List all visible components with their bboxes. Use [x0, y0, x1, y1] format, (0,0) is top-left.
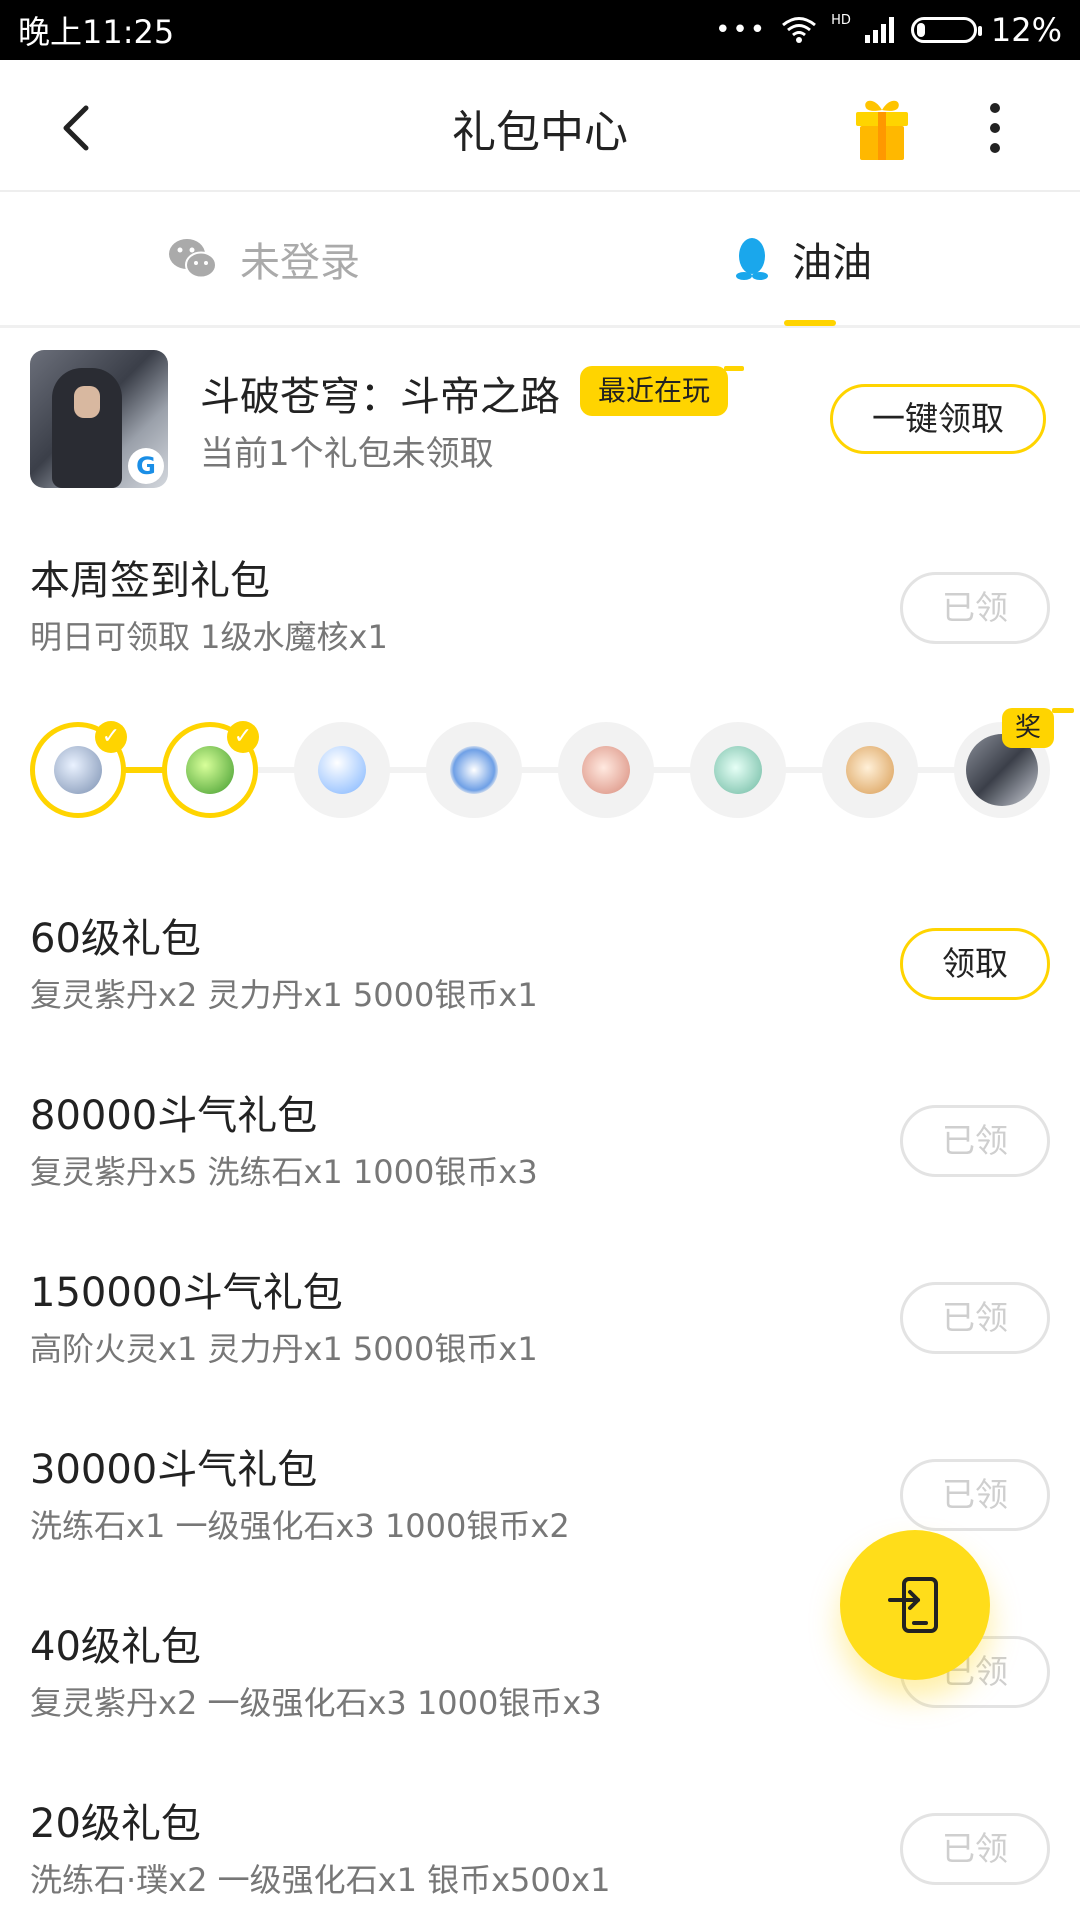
header: 礼包中心	[0, 60, 1080, 192]
checkin-progress: ✓ ✓ 奖	[0, 708, 1080, 820]
gift-box-icon[interactable]	[852, 94, 912, 162]
recently-played-badge: 最近在玩	[580, 366, 745, 416]
item-water-core-icon	[318, 746, 366, 794]
claimed-button[interactable]: 已领	[900, 572, 1050, 644]
claimed-button[interactable]: 已领	[900, 1813, 1050, 1885]
gift-title: 20级礼包	[30, 1801, 201, 1847]
more-dots-icon: •••	[715, 15, 768, 45]
game-header: G 斗破苍穹：斗帝之路 最近在玩 当前1个礼包未领取 一键领取	[0, 350, 1080, 490]
check-icon: ✓	[95, 721, 127, 753]
gift-desc: 复灵紫丹x5 洗练石x1 1000银币x3	[30, 1153, 538, 1191]
claim-all-button[interactable]: 一键领取	[830, 384, 1046, 454]
qq-penguin-icon	[736, 238, 768, 280]
page-title: 礼包中心	[452, 107, 628, 158]
checkin-day-final[interactable]: 奖	[954, 708, 1074, 818]
checkin-day[interactable]	[690, 722, 786, 818]
item-amber-icon	[846, 746, 894, 794]
claimed-button[interactable]: 已领	[900, 1105, 1050, 1177]
active-tab-indicator	[784, 320, 836, 326]
gift-desc: 高阶火灵x1 灵力丹x1 5000银币x1	[30, 1330, 538, 1368]
tab-qq[interactable]: 油油	[734, 230, 872, 288]
more-vertical-icon[interactable]	[985, 100, 1005, 156]
qq-label: 油油	[792, 240, 872, 286]
gift-desc: 洗练石x1 一级强化石x3 1000银币x2	[30, 1507, 570, 1545]
status-time: 晚上11:25	[18, 13, 175, 51]
checkin-day[interactable]	[426, 722, 522, 818]
reward-flag: 奖	[1002, 708, 1074, 748]
gift-desc: 洗练石·璞x2 一级强化石x1 银币x500x1	[30, 1861, 611, 1899]
check-icon: ✓	[227, 721, 259, 753]
hd-label: HD	[831, 12, 851, 28]
checkin-day[interactable]: ✓	[162, 721, 259, 818]
checkin-day[interactable]	[822, 722, 918, 818]
signal-icon	[864, 17, 894, 43]
gift-title: 80000斗气礼包	[30, 1093, 318, 1139]
wechat-label: 未登录	[240, 240, 360, 286]
gift-item: 60级礼包 复灵紫丹x2 灵力丹x1 5000银币x1 领取	[0, 906, 1080, 1036]
phone-login-icon	[888, 1577, 938, 1633]
claimed-button[interactable]: 已领	[900, 1459, 1050, 1531]
battery-percent: 12%	[990, 11, 1062, 49]
gift-title: 60级礼包	[30, 916, 201, 962]
gift-title: 150000斗气礼包	[30, 1270, 343, 1316]
wechat-icon	[169, 239, 217, 279]
tab-wechat[interactable]: 未登录	[168, 230, 360, 288]
checkin-day[interactable]	[294, 722, 390, 818]
claim-button[interactable]: 领取	[900, 928, 1050, 1000]
wifi-icon	[782, 17, 817, 43]
gift-desc: 复灵紫丹x2 灵力丹x1 5000银币x1	[30, 976, 538, 1014]
gift-desc: 复灵紫丹x2 一级强化石x3 1000银币x3	[30, 1684, 602, 1722]
gift-title: 本周签到礼包	[30, 558, 270, 604]
gift-title: 40级礼包	[30, 1624, 201, 1670]
item-crystal-icon	[450, 746, 498, 794]
gift-title: 30000斗气礼包	[30, 1447, 318, 1493]
checkin-day[interactable]: ✓	[30, 721, 127, 818]
status-icons: ••• HD 12%	[715, 11, 1062, 49]
game-subtitle: 当前1个礼包未领取	[200, 434, 494, 474]
game-name: 斗破苍穹：斗帝之路	[200, 374, 560, 420]
gift-desc: 明日可领取 1级水魔核x1	[30, 618, 388, 656]
gift-item: 150000斗气礼包 高阶火灵x1 灵力丹x1 5000银币x1 已领	[0, 1260, 1080, 1390]
item-jade-icon	[714, 746, 762, 794]
weekly-checkin-gift: 本周签到礼包 明日可领取 1级水魔核x1 已领	[0, 548, 1080, 678]
gift-item: 80000斗气礼包 复灵紫丹x5 洗练石x1 1000银币x3 已领	[0, 1083, 1080, 1213]
checkin-day[interactable]	[558, 722, 654, 818]
gift-item: 20级礼包 洗练石·璞x2 一级强化石x1 银币x500x1 已领	[0, 1791, 1080, 1921]
item-ring-icon	[54, 746, 102, 794]
item-stone-icon	[582, 746, 630, 794]
status-bar: 晚上11:25 ••• HD 12%	[0, 0, 1080, 60]
item-flame-icon	[186, 746, 234, 794]
game-icon[interactable]: G	[30, 350, 168, 488]
account-tabs: 未登录 油油	[0, 192, 1080, 328]
floating-login-button[interactable]	[840, 1530, 990, 1680]
tencent-games-icon: G	[128, 448, 164, 484]
battery-icon	[910, 17, 982, 43]
claimed-button[interactable]: 已领	[900, 1282, 1050, 1354]
